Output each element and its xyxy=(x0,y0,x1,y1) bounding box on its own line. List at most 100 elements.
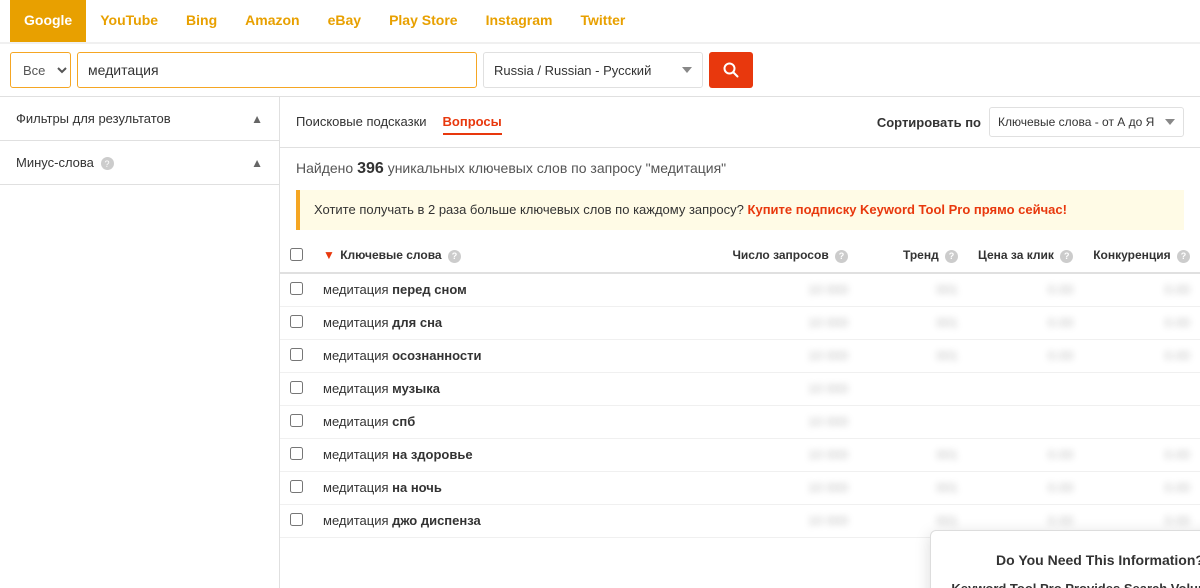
row-checkbox[interactable] xyxy=(290,381,303,394)
search-input[interactable] xyxy=(77,52,477,88)
cpc-cell: 0.00 xyxy=(968,438,1083,471)
volume-cell: 10 000 xyxy=(722,273,858,307)
blurred-value: 0.00 xyxy=(1165,348,1190,363)
nav-tab-instagram[interactable]: Instagram xyxy=(472,0,567,42)
volume-cell: 10 000 xyxy=(722,438,858,471)
competition-cell: 0.00 xyxy=(1083,438,1200,471)
blurred-value: 001 xyxy=(936,282,958,297)
cpc-col-help-icon[interactable]: ? xyxy=(1060,250,1073,263)
blurred-value: 001 xyxy=(936,315,958,330)
trend-cell: 001 xyxy=(858,471,968,504)
keyword-cell: медитация перед сном xyxy=(313,273,722,307)
row-checkbox[interactable] xyxy=(290,414,303,427)
blurred-value: 001 xyxy=(936,447,958,462)
minus-words-section[interactable]: Минус-слова ? ▲ xyxy=(0,141,279,185)
col-header-keywords: ▼ Ключевые слова ? xyxy=(313,240,722,273)
content-tabs-left: Поисковые подсказки Вопросы xyxy=(296,110,502,135)
keyword-normal: медитация xyxy=(323,447,392,462)
col-header-checkbox xyxy=(280,240,313,273)
volume-cell: 10 000 xyxy=(722,306,858,339)
keyword-cell: медитация джо диспенза xyxy=(313,504,722,537)
search-prefix-select[interactable]: Все xyxy=(10,52,71,88)
blurred-value: 0.00 xyxy=(1048,348,1073,363)
blurred-value: 001 xyxy=(936,348,958,363)
nav-tab-amazon[interactable]: Amazon xyxy=(231,0,313,42)
blurred-value: 10 000 xyxy=(808,348,848,363)
keyword-bold: джо диспенза xyxy=(392,513,481,528)
promo-text: Хотите получать в 2 раза больше ключевых… xyxy=(314,202,744,217)
row-checkbox[interactable] xyxy=(290,348,303,361)
nav-tab-playstore[interactable]: Play Store xyxy=(375,0,471,42)
keyword-cell: медитация музыка xyxy=(313,372,722,405)
location-select[interactable]: Russia / Russian - Русский xyxy=(483,52,703,88)
nav-tab-bing[interactable]: Bing xyxy=(172,0,231,42)
table-row: медитация перед сном10 0000010.000.00 xyxy=(280,273,1200,307)
row-checkbox[interactable] xyxy=(290,282,303,295)
cpc-cell: 0.00 xyxy=(968,471,1083,504)
row-checkbox[interactable] xyxy=(290,513,303,526)
blurred-value: 0.00 xyxy=(1165,480,1190,495)
nav-tab-twitter[interactable]: Twitter xyxy=(566,0,639,42)
blurred-value: 10 000 xyxy=(808,480,848,495)
blurred-value: 0.00 xyxy=(1048,315,1073,330)
blurred-value: 001 xyxy=(936,513,958,528)
top-navigation: Google YouTube Bing Amazon eBay Play Sto… xyxy=(0,0,1200,44)
blurred-value: 0.00 xyxy=(1165,447,1190,462)
table-row: медитация на здоровье10 0000010.000.00 xyxy=(280,438,1200,471)
keyword-cell: медитация осознанности xyxy=(313,339,722,372)
comp-col-help-icon[interactable]: ? xyxy=(1177,250,1190,263)
tab-suggestions[interactable]: Поисковые подсказки xyxy=(296,110,427,135)
blurred-value: 10 000 xyxy=(808,513,848,528)
cpc-cell: 0.00 xyxy=(968,339,1083,372)
keyword-bold: осознанности xyxy=(392,348,481,363)
cpc-cell xyxy=(968,405,1083,438)
blurred-value: 10 000 xyxy=(808,381,848,396)
keyword-normal: медитация xyxy=(323,414,392,429)
competition-cell xyxy=(1083,405,1200,438)
promo-banner: Хотите получать в 2 раза больше ключевых… xyxy=(296,190,1184,230)
select-all-checkbox[interactable] xyxy=(290,248,303,261)
tab-questions[interactable]: Вопросы xyxy=(443,110,502,135)
trend-cell: 001 xyxy=(858,438,968,471)
col-header-volume: Число запросов ? xyxy=(722,240,858,273)
sort-select[interactable]: Ключевые слова - от А до Я xyxy=(989,107,1184,137)
trend-cell: 001 xyxy=(858,339,968,372)
blurred-value: 10 000 xyxy=(808,414,848,429)
blurred-value: 0.00 xyxy=(1048,480,1073,495)
trend-cell xyxy=(858,372,968,405)
blurred-value: 001 xyxy=(936,480,958,495)
promo-link[interactable]: Купите подписку Keyword Tool Pro прямо с… xyxy=(748,202,1067,217)
volume-col-help-icon[interactable]: ? xyxy=(835,250,848,263)
keyword-cell: медитация спб xyxy=(313,405,722,438)
table-row: медитация осознанности 10 000 001 0.00 0.00 xyxy=(280,339,1200,372)
minus-words-help-icon[interactable]: ? xyxy=(101,157,114,170)
keyword-cell: медитация для сна xyxy=(313,306,722,339)
results-heading: Найдено 396 уникальных ключевых слов по … xyxy=(280,148,1200,190)
keyword-bold: спб xyxy=(392,414,415,429)
col-header-cpc: Цена за клик ? xyxy=(968,240,1083,273)
results-count: 396 xyxy=(357,160,384,177)
sort-arrow-icon: ▼ xyxy=(323,248,335,262)
row-checkbox-cell xyxy=(280,405,313,438)
tooltip-title: Do You Need This Information? xyxy=(951,549,1200,571)
competition-cell xyxy=(1083,372,1200,405)
table-row: медитация для сна10 0000010.000.00 xyxy=(280,306,1200,339)
nav-tab-youtube[interactable]: YouTube xyxy=(86,0,172,42)
volume-cell: 10 000 xyxy=(722,504,858,537)
row-checkbox[interactable] xyxy=(290,480,303,493)
nav-tab-google[interactable]: Google xyxy=(10,0,86,42)
search-button[interactable] xyxy=(709,52,753,88)
nav-tab-ebay[interactable]: eBay xyxy=(314,0,375,42)
filters-section[interactable]: Фильтры для результатов ▲ xyxy=(0,97,279,141)
kw-col-help-icon[interactable]: ? xyxy=(448,250,461,263)
row-checkbox-cell xyxy=(280,372,313,405)
keyword-normal: медитация xyxy=(323,381,392,396)
volume-cell: 10 000 xyxy=(722,471,858,504)
results-text-suffix: уникальных ключевых слов по запросу "мед… xyxy=(388,160,726,176)
cpc-cell: 0.00 xyxy=(968,306,1083,339)
trend-cell xyxy=(858,405,968,438)
row-checkbox[interactable] xyxy=(290,447,303,460)
blurred-value: 0.00 xyxy=(1048,447,1073,462)
trend-col-help-icon[interactable]: ? xyxy=(945,250,958,263)
row-checkbox[interactable] xyxy=(290,315,303,328)
